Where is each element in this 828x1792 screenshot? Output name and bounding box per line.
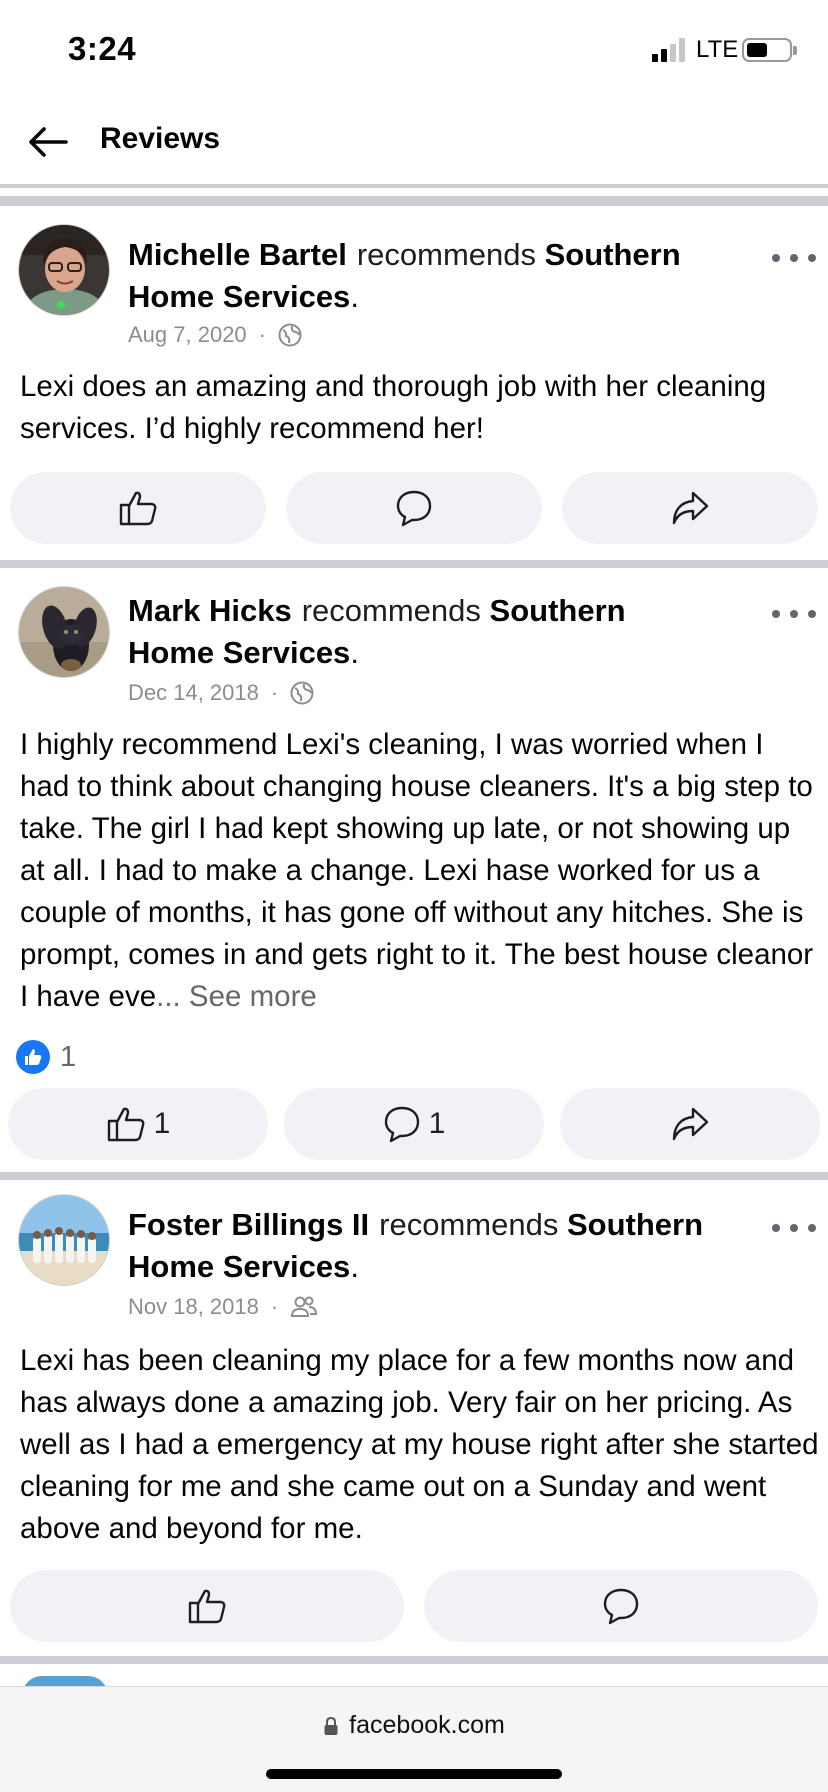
review-header: Michelle Bartel recommends Southern Home … — [128, 234, 708, 318]
like-count: 1 — [153, 1107, 171, 1140]
battery-cap — [793, 46, 797, 55]
share-icon — [672, 491, 709, 525]
reaction-count: 1 — [60, 1040, 77, 1073]
meta-separator: · — [270, 680, 279, 705]
review-meta: Aug 7, 2020 · — [128, 322, 302, 348]
review-body: Lexi does an amazing and thorough job wi… — [20, 370, 767, 445]
like-button[interactable]: 1 — [8, 1088, 268, 1160]
thumbs-up-icon — [188, 1589, 226, 1624]
share-button[interactable] — [560, 1088, 820, 1160]
comment-icon — [603, 1588, 639, 1625]
battery-icon — [742, 38, 792, 62]
share-button[interactable] — [562, 472, 818, 544]
arrow-left-icon — [29, 127, 68, 157]
review-meta: Dec 14, 2018 · — [128, 680, 314, 706]
comment-button[interactable] — [424, 1570, 818, 1642]
see-more-link[interactable]: ... See more — [156, 980, 317, 1013]
review-body: I highly recommend Lexi's cleaning, I wa… — [20, 728, 814, 1013]
avatar[interactable] — [18, 224, 110, 316]
home-indicator[interactable] — [266, 1769, 562, 1779]
meta-separator: · — [258, 322, 266, 347]
comment-icon — [396, 490, 432, 527]
recommends-text: recommends — [301, 593, 481, 628]
like-reaction-icon — [16, 1040, 50, 1074]
review-header: Mark Hicks recommends Southern Home Servi… — [128, 590, 708, 674]
globe-icon — [278, 323, 302, 347]
review-card: Foster Billings II recommends Southern Ho… — [0, 1180, 828, 1656]
more-options-button[interactable] — [772, 246, 816, 270]
period: . — [350, 279, 359, 314]
page-header: Reviews — [0, 100, 828, 184]
network-type: LTE — [696, 36, 739, 63]
period: . — [350, 635, 359, 670]
like-button[interactable] — [10, 1570, 404, 1642]
review-card: Michelle Bartel recommends Southern Home … — [0, 206, 828, 560]
thumbs-up-icon — [119, 491, 157, 526]
recommends-text: recommends — [356, 237, 536, 272]
meta-separator: · — [270, 1294, 279, 1319]
author-name[interactable]: Foster Billings II — [128, 1207, 369, 1242]
review-date[interactable]: Dec 14, 2018 — [128, 680, 259, 706]
url-display[interactable]: facebook.com — [0, 1711, 828, 1740]
comment-count: 1 — [428, 1107, 446, 1140]
status-bar: 3:24 LTE — [0, 0, 828, 100]
author-name[interactable]: Michelle Bartel — [128, 237, 347, 272]
reactions-summary[interactable]: 1 — [16, 1040, 76, 1074]
lock-icon — [324, 1716, 338, 1735]
review-body: Lexi has been cleaning my place for a fe… — [20, 1344, 819, 1545]
review-header: Foster Billings II recommends Southern Ho… — [128, 1204, 708, 1288]
avatar[interactable] — [18, 1194, 110, 1286]
back-button[interactable] — [24, 118, 72, 166]
page-title: Reviews — [100, 122, 221, 155]
friends-icon — [291, 1296, 318, 1317]
comment-icon — [384, 1106, 419, 1143]
review-text: I highly recommend Lexi's cleaning, I wa… — [20, 724, 820, 1018]
more-options-button[interactable] — [772, 1216, 816, 1240]
review-meta: Nov 18, 2018 · — [128, 1294, 318, 1320]
review-date[interactable]: Aug 7, 2020 — [128, 322, 247, 348]
recommends-text: recommends — [379, 1207, 559, 1242]
period: . — [350, 1249, 359, 1284]
more-options-button[interactable] — [772, 602, 816, 626]
section-divider — [0, 196, 828, 206]
comment-button[interactable]: 1 — [284, 1088, 544, 1160]
status-time: 3:24 — [68, 30, 137, 67]
url-text: facebook.com — [349, 1711, 505, 1739]
globe-icon — [290, 681, 314, 705]
review-text: Lexi does an amazing and thorough job wi… — [20, 366, 820, 450]
signal-strength-icon — [652, 38, 686, 62]
review-text: Lexi has been cleaning my place for a fe… — [20, 1340, 820, 1550]
share-icon — [672, 1107, 709, 1141]
section-divider — [0, 560, 828, 568]
like-button[interactable] — [10, 472, 266, 544]
header-divider — [0, 184, 828, 188]
author-name[interactable]: Mark Hicks — [128, 593, 292, 628]
thumbs-up-icon — [107, 1107, 145, 1142]
avatar[interactable] — [18, 586, 110, 678]
section-divider — [0, 1656, 828, 1664]
browser-bottom-bar: facebook.com — [0, 1686, 828, 1792]
review-card: Mark Hicks recommends Southern Home Servi… — [0, 568, 828, 1172]
review-date[interactable]: Nov 18, 2018 — [128, 1294, 259, 1320]
comment-button[interactable] — [286, 472, 542, 544]
section-divider — [0, 1172, 828, 1180]
